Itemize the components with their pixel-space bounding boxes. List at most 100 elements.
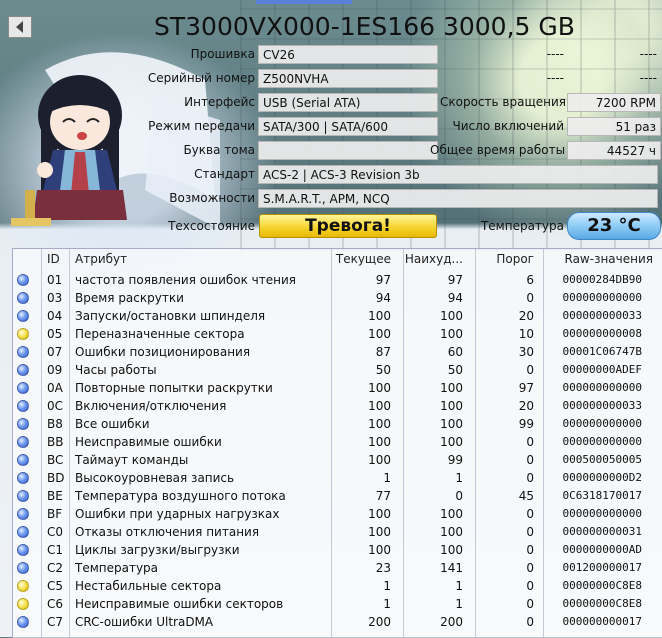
cell-id: C2: [47, 561, 64, 575]
table-row[interactable]: BD Высокоуровневая запись 1 1 0 0000000000D2: [13, 469, 662, 487]
status-dot-icon: [17, 526, 29, 538]
cell-threshold: 10: [518, 327, 534, 341]
header-attribute[interactable]: Атрибут: [75, 249, 127, 269]
cell-raw: 00000000C8E8: [562, 597, 642, 610]
cell-worst: 100: [440, 327, 463, 341]
cell-threshold: 20: [518, 309, 534, 323]
status-dot-icon: [17, 544, 29, 556]
cell-raw: 000000000033: [562, 309, 642, 322]
cell-current: 100: [368, 381, 391, 395]
table-row[interactable]: 03 Время раскрутки 94 94 0 000000000000: [13, 289, 662, 307]
status-dot-icon: [17, 364, 29, 376]
table-row[interactable]: BB Неисправимые ошибки 100 100 0 000000000000: [13, 433, 662, 451]
table-row[interactable]: C0 Отказы отключения питания 100 100 0 000000…: [13, 523, 662, 541]
cell-raw: 000500050005: [562, 453, 642, 466]
firmware-label: Прошивка: [190, 47, 255, 61]
header-current[interactable]: Текущее: [336, 249, 391, 269]
power-on-hours-label: Общее время работы: [430, 143, 566, 157]
cell-current: 100: [368, 453, 391, 467]
disk-title: ST3000VX000-1ES166 3000,5 GB: [154, 12, 575, 41]
table-row[interactable]: B8 Все ошибки 100 100 99 000000000000: [13, 415, 662, 433]
cell-worst: 141: [440, 561, 463, 575]
cell-current: 100: [368, 507, 391, 521]
table-row[interactable]: C2 Температура 23 141 0 001200000017: [13, 559, 662, 577]
cell-id: C1: [47, 543, 64, 557]
transfer-mode-label: Режим передачи: [148, 119, 255, 133]
cell-attribute: Температура воздушного потока: [75, 489, 286, 503]
cell-threshold: 0: [526, 507, 534, 521]
cell-worst: 1: [455, 579, 463, 593]
health-status-badge[interactable]: Тревога!: [259, 214, 437, 238]
header-threshold[interactable]: Порог: [496, 249, 534, 269]
cell-raw: 000000000031: [562, 525, 642, 538]
cell-raw: 000000000000: [562, 417, 642, 430]
table-row[interactable]: BC Таймаут команды 100 99 0 000500050005: [13, 451, 662, 469]
table-row[interactable]: C7 CRC-ошибки UltraDMA 200 200 0 000000000017: [13, 613, 662, 631]
cell-threshold: 0: [526, 363, 534, 377]
table-row[interactable]: 09 Часы работы 50 50 0 00000000ADEF: [13, 361, 662, 379]
cell-attribute: Повторные попытки раскрутки: [75, 381, 273, 395]
status-dot-icon: [17, 472, 29, 484]
interface-value: USB (Serial ATA): [258, 93, 438, 112]
cell-attribute: Циклы загрузки/выгрузки: [75, 543, 240, 557]
cell-worst: 100: [440, 525, 463, 539]
interface-label: Интерфейс: [184, 95, 255, 109]
cell-worst: 100: [440, 309, 463, 323]
cell-threshold: 0: [526, 561, 534, 575]
features-value: S.M.A.R.T., APM, NCQ: [258, 189, 658, 208]
table-row[interactable]: 05 Переназначенные сектора 100 100 10 0000000…: [13, 325, 662, 343]
smart-attributes-table: ID Атрибут Текущее Наихуд... Порог Raw-з…: [12, 248, 662, 638]
table-row[interactable]: 0C Включения/отключения 100 100 20 0000000000…: [13, 397, 662, 415]
status-dot-icon: [17, 598, 29, 610]
cell-worst: 1: [455, 471, 463, 485]
header-worst[interactable]: Наихуд...: [405, 249, 463, 269]
cell-raw: 000000000000: [562, 291, 642, 304]
cell-threshold: 30: [518, 345, 534, 359]
cell-current: 23: [375, 561, 391, 575]
cell-current: 77: [375, 489, 391, 503]
right-field-2-label: ----: [546, 71, 564, 85]
table-row[interactable]: BF Ошибки при ударных нагрузках 100 100 0 000…: [13, 505, 662, 523]
cell-worst: 99: [447, 453, 463, 467]
cell-attribute: Ошибки при ударных нагрузках: [75, 507, 280, 521]
status-dot-icon: [17, 328, 29, 340]
cell-id: 0C: [47, 399, 64, 413]
cell-id: 07: [47, 345, 63, 359]
temperature-label: Температура: [480, 219, 564, 233]
cell-current: 1: [383, 579, 391, 593]
status-dot-icon: [17, 310, 29, 322]
temperature-badge[interactable]: 23 °C: [567, 212, 661, 240]
table-row[interactable]: BE Температура воздушного потока 77 0 45 0C63…: [13, 487, 662, 505]
cell-raw: 00000284DB90: [562, 273, 642, 286]
table-row[interactable]: C6 Неисправимые ошибки секторов 1 1 0 0000000…: [13, 595, 662, 613]
power-on-count-value: 51 раз: [567, 117, 661, 136]
back-arrow-icon: [16, 21, 23, 33]
cell-threshold: 0: [526, 435, 534, 449]
cell-threshold: 99: [518, 417, 534, 431]
table-row[interactable]: C1 Циклы загрузки/выгрузки 100 100 0 00000000…: [13, 541, 662, 559]
back-button[interactable]: [8, 16, 32, 38]
header-id[interactable]: ID: [47, 249, 60, 269]
table-row[interactable]: C5 Нестабильные сектора 1 1 0 00000000C8E8: [13, 577, 662, 595]
health-label: Техсостояние: [168, 219, 255, 233]
cell-raw: 000000000000: [562, 381, 642, 394]
table-row[interactable]: 0A Повторные попытки раскрутки 100 100 97 000…: [13, 379, 662, 397]
cell-id: BB: [47, 435, 64, 449]
cell-current: 100: [368, 309, 391, 323]
header-raw[interactable]: Raw-значения: [565, 249, 654, 269]
right-field-1-value: ----: [639, 47, 657, 61]
table-row[interactable]: 07 Ошибки позиционирования 87 60 30 00001C067…: [13, 343, 662, 361]
cell-current: 94: [375, 291, 391, 305]
status-dot-icon: [17, 562, 29, 574]
table-row[interactable]: 04 Запуски/остановки шпинделя 100 100 20 0000…: [13, 307, 662, 325]
cell-id: 09: [47, 363, 63, 377]
cell-id: BD: [47, 471, 65, 485]
cell-attribute: Неисправимые ошибки секторов: [75, 597, 284, 611]
table-row[interactable]: 01 частота появления ошибок чтения 97 97 6 00…: [13, 271, 662, 289]
cell-threshold: 0: [526, 597, 534, 611]
cell-attribute: Неисправимые ошибки: [75, 435, 222, 449]
cell-current: 100: [368, 417, 391, 431]
drive-letter-value: [258, 141, 438, 160]
cell-raw: 00000000C8E8: [562, 579, 642, 592]
cell-attribute: Отказы отключения питания: [75, 525, 260, 539]
